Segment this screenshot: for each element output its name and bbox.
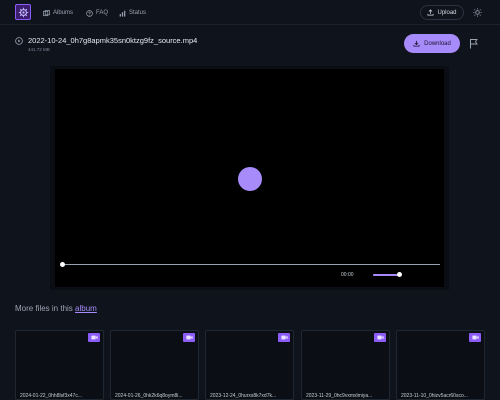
nav-albums[interactable]: Albums — [43, 8, 73, 18]
video-badge-icon — [374, 333, 386, 342]
thumbnail-card[interactable]: 2024-01-26_0hk2k6q8oym8i... — [110, 330, 199, 400]
nav-faq[interactable]: FAQ — [86, 8, 108, 18]
volume-fill — [373, 274, 399, 276]
thumbnail-card[interactable]: 2024-01-22_0hh8lsf3x47c... — [15, 330, 104, 400]
thumbnail-caption: 2024-01-26_0hk2k6q8oym8i... — [115, 393, 183, 399]
download-icon — [413, 40, 420, 47]
nav-albums-label: Albums — [53, 10, 74, 16]
thumbnail-caption: 2023-11-29_0hc9vxmxlmiya... — [306, 393, 373, 399]
download-button[interactable]: Download — [404, 34, 460, 53]
upload-icon — [428, 9, 434, 16]
seek-handle[interactable] — [60, 262, 65, 267]
nav-status[interactable]: Status — [119, 8, 146, 18]
volume-handle[interactable] — [396, 272, 402, 277]
video-badge-icon — [183, 333, 195, 342]
file-name: 2022-10-24_0h7g8apmk35sn0ktzg9fz_source.… — [28, 36, 198, 45]
thumbnail-card[interactable]: 2023-11-10_0hizv5acr60sco... — [396, 330, 485, 400]
logo[interactable] — [15, 4, 31, 20]
video-badge-icon — [469, 333, 481, 342]
video-player[interactable]: 00:00 — [55, 69, 444, 287]
video-badge-icon — [88, 333, 100, 342]
seek-bar[interactable] — [62, 264, 440, 265]
thumbnail-caption: 2023-12-24_0hurxs8k7xd7k... — [210, 393, 277, 399]
nav-faq-label: FAQ — [96, 10, 109, 16]
file-info: 2022-10-24_0h7g8apmk35sn0ktzg9fz_source.… — [15, 34, 415, 56]
album-link[interactable]: album — [75, 304, 97, 313]
logo-icon — [18, 7, 28, 17]
volume-icon[interactable] — [363, 271, 370, 278]
status-icon — [119, 10, 126, 17]
thumbnail-caption: 2023-11-10_0hizv5acr60sco... — [401, 393, 468, 399]
play-button[interactable] — [238, 167, 262, 191]
help-icon — [86, 9, 93, 17]
sun-icon — [472, 7, 482, 17]
download-label: Download — [424, 40, 451, 47]
thumbnail-card[interactable]: 2023-11-29_0hc9vxmxlmiya... — [301, 330, 390, 400]
upload-button[interactable]: Upload — [420, 5, 464, 20]
upload-label: Upload — [437, 9, 457, 16]
more-files-text: More files in this — [15, 304, 76, 313]
nav-status-label: Status — [129, 10, 147, 16]
current-time: 00:00 — [341, 272, 354, 278]
theme-toggle-button[interactable] — [471, 6, 483, 18]
file-size: 441.72 MB — [28, 47, 50, 52]
video-badge-icon — [278, 333, 290, 342]
volume-slider[interactable] — [373, 272, 402, 277]
top-nav-bar: Albums FAQ Status Upload — [0, 0, 500, 25]
play-circle-icon — [15, 37, 23, 45]
report-flag-icon[interactable] — [469, 38, 479, 49]
thumbnail-row: 2024-01-22_0hh8lsf3x47c... 2024-01-26_0h… — [15, 330, 500, 400]
thumbnail-caption: 2024-01-22_0hh8lsf3x47c... — [20, 393, 82, 399]
albums-icon — [43, 9, 50, 16]
more-files-heading: More files in this album — [15, 304, 97, 313]
thumbnail-card[interactable]: 2023-12-24_0hurxs8k7xd7k... — [205, 330, 294, 400]
